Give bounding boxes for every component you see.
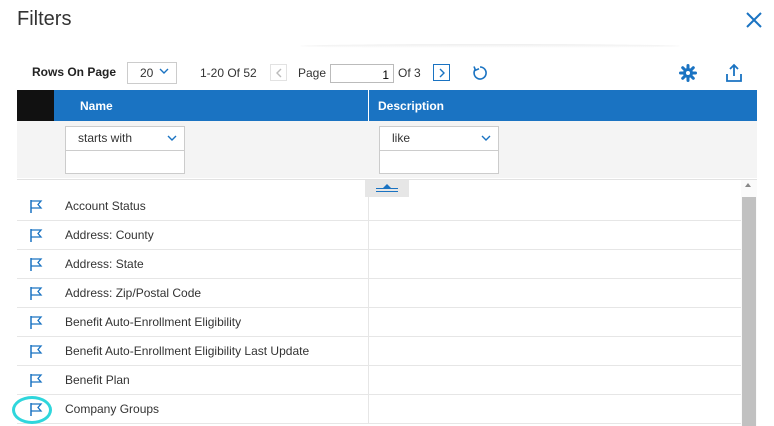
row-name: Benefit Auto-Enrollment Eligibility Last… xyxy=(65,344,310,358)
close-icon[interactable] xyxy=(742,8,766,32)
description-filter: like xyxy=(379,126,499,174)
chevron-down-icon xyxy=(481,135,491,141)
previous-page-button[interactable] xyxy=(270,64,287,81)
flag-icon[interactable] xyxy=(28,256,44,277)
name-filter-operator-select[interactable]: starts with xyxy=(66,127,184,151)
rows-per-page-select[interactable]: 20 xyxy=(127,62,177,84)
export-icon[interactable] xyxy=(724,63,744,83)
toolbar-divider xyxy=(300,44,680,48)
table-row[interactable]: Address: Zip/Postal Code xyxy=(17,279,741,308)
table-row[interactable]: Benefit Auto-Enrollment Eligibility xyxy=(17,308,741,337)
table-row[interactable]: Benefit Auto-Enrollment Eligibility Last… xyxy=(17,337,741,366)
flag-icon[interactable] xyxy=(28,343,44,364)
row-name: Benefit Plan xyxy=(65,373,130,387)
scroll-up-arrow-icon[interactable] xyxy=(745,183,751,187)
flag-icon[interactable] xyxy=(28,227,44,248)
chevron-down-icon xyxy=(167,135,177,141)
header-select-cell xyxy=(17,90,54,121)
row-name: Address: County xyxy=(65,228,154,242)
chevron-left-icon xyxy=(276,68,282,78)
row-name: Address: State xyxy=(65,257,144,271)
name-filter-input[interactable] xyxy=(66,151,184,173)
rows-per-page-value: 20 xyxy=(140,66,154,80)
flag-icon[interactable] xyxy=(28,285,44,306)
total-pages: Of 3 xyxy=(398,66,421,80)
highlight-ring xyxy=(12,396,52,424)
next-page-button[interactable] xyxy=(433,64,450,81)
description-filter-input[interactable] xyxy=(380,151,498,173)
description-filter-operator: like xyxy=(392,131,411,145)
column-header-description[interactable]: Description xyxy=(378,99,444,113)
table-row[interactable]: Account Status xyxy=(17,192,741,221)
flag-icon[interactable] xyxy=(28,198,44,219)
name-filter: starts with xyxy=(65,126,185,174)
column-header-name[interactable]: Name xyxy=(80,99,113,113)
rows-on-page-label: Rows On Page xyxy=(32,65,117,79)
name-filter-operator: starts with xyxy=(78,131,133,145)
flag-icon[interactable] xyxy=(28,372,44,393)
flag-icon[interactable] xyxy=(28,314,44,335)
table-row[interactable]: Company Groups xyxy=(17,395,741,424)
header-divider xyxy=(368,90,369,121)
refresh-icon[interactable] xyxy=(471,64,489,82)
row-name: Address: Zip/Postal Code xyxy=(65,286,202,300)
row-name: Account Status xyxy=(65,199,146,213)
record-range: 1-20 Of 52 xyxy=(200,66,257,80)
description-filter-operator-select[interactable]: like xyxy=(380,127,498,151)
chevron-right-icon xyxy=(439,68,445,78)
page-label: Page xyxy=(298,66,327,80)
scrollbar-thumb[interactable] xyxy=(742,197,756,426)
row-name: Benefit Auto-Enrollment Eligibility xyxy=(65,315,242,329)
gear-icon[interactable] xyxy=(679,64,697,82)
dialog-title: Filters xyxy=(17,8,72,30)
chevron-down-icon xyxy=(159,68,169,74)
row-name: Company Groups xyxy=(65,402,160,416)
table-row[interactable]: Address: State xyxy=(17,250,741,279)
table-row[interactable]: Benefit Plan xyxy=(17,366,741,395)
page-number-input[interactable] xyxy=(330,64,394,83)
table-row[interactable]: Address: County xyxy=(17,221,741,250)
